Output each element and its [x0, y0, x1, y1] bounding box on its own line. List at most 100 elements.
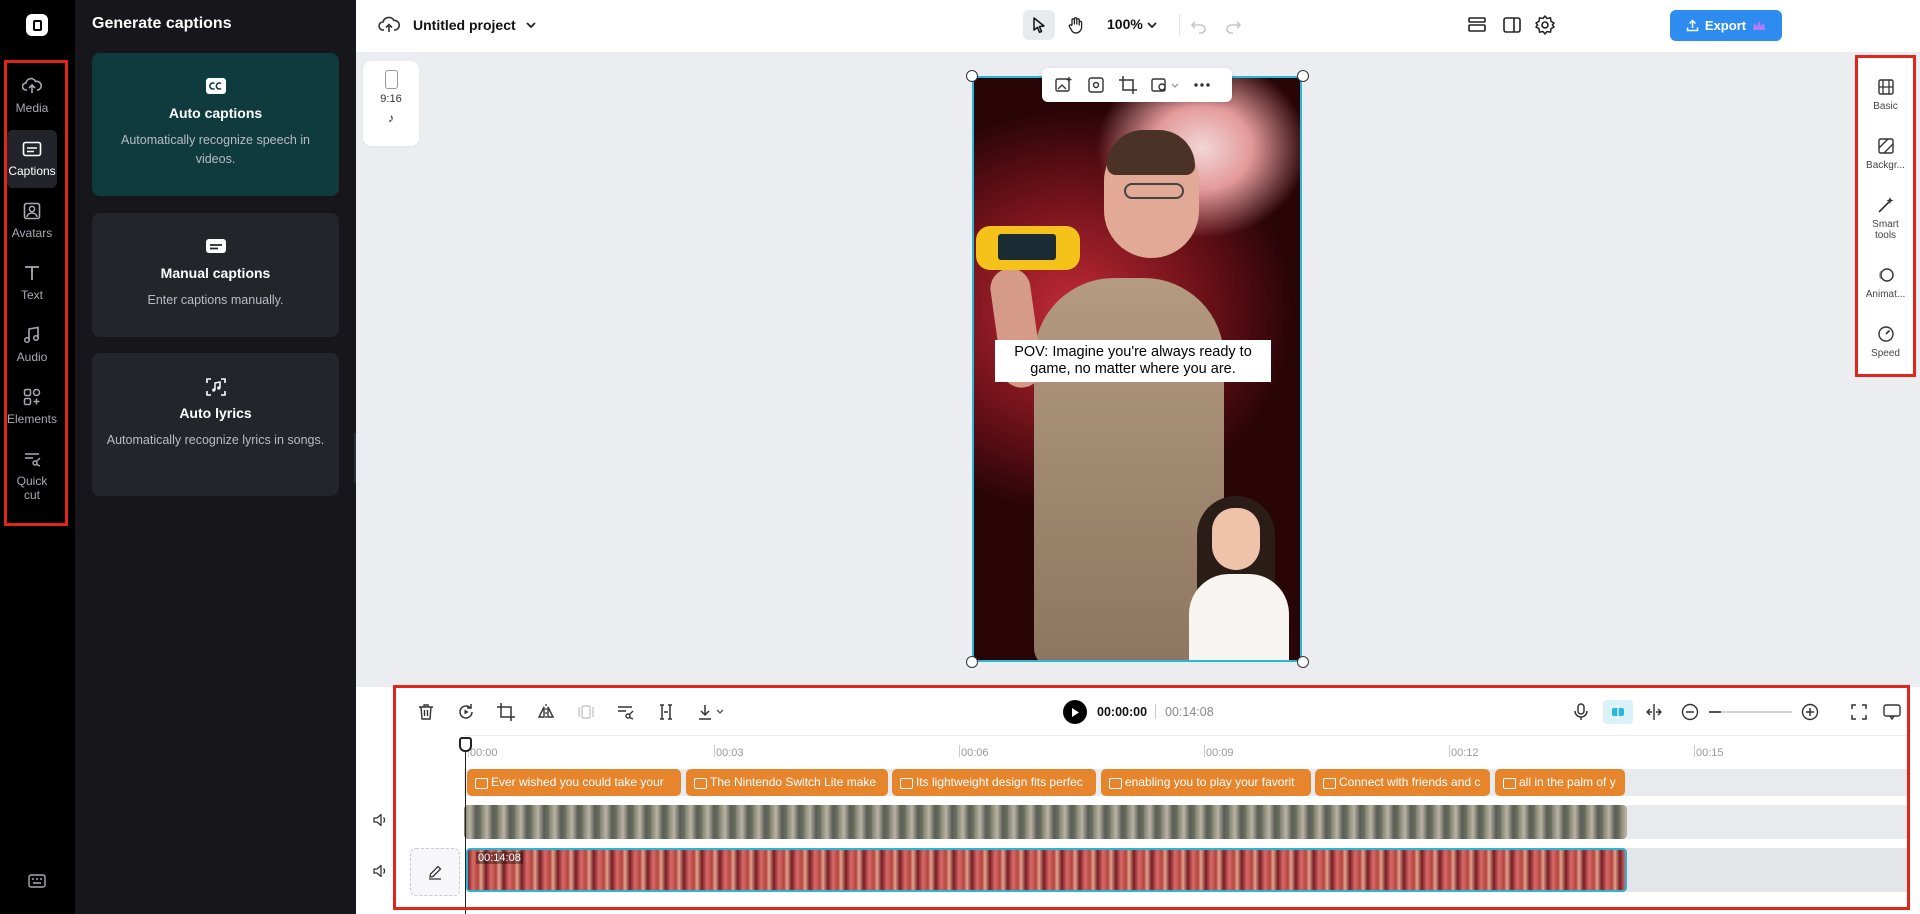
film-icon: [1876, 77, 1896, 97]
quick-cut-icon[interactable]: [616, 702, 636, 722]
caption-clip[interactable]: enabling you to play your favorit: [1101, 769, 1311, 796]
time-ruler[interactable]: [464, 735, 1910, 736]
zoom-in-icon[interactable]: [1800, 702, 1820, 722]
rail-item-audio[interactable]: Audio: [7, 316, 57, 374]
ruler-label: 00:12: [1449, 745, 1479, 759]
rail-item-elements[interactable]: Elements: [7, 378, 57, 436]
mask-icon[interactable]: [1150, 75, 1180, 95]
caption-clip[interactable]: The Nintendo Switch Lite make: [686, 769, 888, 796]
magic-wand-icon: [1876, 195, 1896, 215]
right-item-animation[interactable]: Animat...: [1858, 265, 1913, 300]
video-preview[interactable]: POV: Imagine you're always ready to game…: [972, 76, 1302, 662]
resize-handle[interactable]: [966, 656, 978, 668]
zoom-out-icon[interactable]: [1680, 702, 1700, 722]
crop-icon[interactable]: [1118, 75, 1138, 95]
card-description: Automatically recognize speech in videos…: [121, 133, 310, 166]
avatar-icon: [21, 200, 43, 222]
cloud-save-icon[interactable]: [378, 15, 401, 35]
volume-icon[interactable]: [372, 812, 388, 828]
card-title: Auto lyrics: [179, 405, 252, 421]
divider: [1179, 14, 1180, 36]
rail-item-avatars[interactable]: Avatars: [7, 192, 57, 250]
card-title: Manual captions: [160, 265, 271, 281]
download-icon[interactable]: [696, 702, 730, 722]
crop-icon[interactable]: [496, 702, 516, 722]
trash-icon[interactable]: [416, 702, 436, 722]
track-background: [1627, 848, 1910, 892]
avatar-video-clip[interactable]: [464, 805, 1627, 839]
clip-duration: 00:14:08: [476, 852, 523, 864]
replay-icon[interactable]: [456, 702, 476, 722]
right-item-label: Backgr...: [1866, 160, 1905, 171]
split-view-icon[interactable]: [1501, 14, 1523, 36]
panel-title: Generate captions: [92, 15, 232, 32]
flip-icon[interactable]: [536, 702, 556, 722]
caption-clip[interactable]: Connect with friends and c: [1315, 769, 1490, 796]
playhead-handle[interactable]: [459, 737, 472, 752]
chevron-down-icon[interactable]: [1146, 18, 1158, 30]
focus-frame-icon[interactable]: [1086, 75, 1106, 95]
export-button[interactable]: Export: [1670, 10, 1782, 41]
caption-clip[interactable]: Ever wished you could take your: [467, 769, 681, 796]
rail-item-text[interactable]: Text: [7, 254, 57, 312]
divider: [1155, 704, 1156, 719]
caption-clip[interactable]: Its lightweight design fits perfec: [892, 769, 1096, 796]
play-button[interactable]: [1063, 700, 1087, 724]
hand-icon: [1068, 17, 1083, 34]
split-icon[interactable]: [656, 702, 676, 722]
background-icon: [1876, 136, 1896, 156]
auto-captions-card[interactable]: Auto captions Automatically recognize sp…: [92, 53, 339, 196]
caption-clip[interactable]: all in the palm of y: [1495, 769, 1625, 796]
manual-captions-card[interactable]: Manual captions Enter captions manually.: [92, 213, 339, 337]
snap-toggle[interactable]: [1603, 700, 1633, 724]
select-tool-button[interactable]: [1023, 10, 1055, 40]
chevron-down-icon[interactable]: [524, 18, 538, 32]
fit-timeline-icon[interactable]: [1849, 702, 1869, 722]
avatar-overlay[interactable]: [1179, 496, 1300, 660]
rail-item-captions[interactable]: Captions: [7, 130, 57, 188]
zoom-slider[interactable]: [1709, 711, 1792, 713]
ruler-label: 00:15: [1694, 745, 1724, 759]
top-bar: Untitled project 100% Export: [356, 0, 1920, 52]
main-video-clip[interactable]: [466, 848, 1627, 892]
resize-handle[interactable]: [1297, 70, 1309, 82]
hand-tool-button[interactable]: [1060, 10, 1092, 40]
redo-icon[interactable]: [1222, 14, 1244, 36]
right-item-label: Speed: [1871, 348, 1900, 359]
auto-lyrics-card[interactable]: Auto lyrics Automatically recognize lyri…: [92, 353, 339, 496]
card-description: Automatically recognize lyrics in songs.: [106, 433, 325, 447]
speed-icon: [1876, 324, 1896, 344]
resize-handle[interactable]: [966, 70, 978, 82]
right-item-basic[interactable]: Basic: [1858, 77, 1913, 112]
more-options-icon[interactable]: [1192, 75, 1212, 95]
replace-media-icon[interactable]: [1054, 75, 1074, 95]
microphone-icon[interactable]: [1571, 702, 1591, 722]
undo-icon[interactable]: [1188, 14, 1210, 36]
right-item-smart-tools[interactable]: Smart tools: [1858, 195, 1913, 241]
volume-icon[interactable]: [372, 863, 388, 879]
project-name[interactable]: Untitled project: [413, 17, 516, 33]
caption-overlay[interactable]: POV: Imagine you're always ready to game…: [995, 340, 1271, 382]
keyboard-shortcuts-icon[interactable]: [28, 874, 46, 888]
feedback-icon[interactable]: [1882, 702, 1902, 722]
right-item-background[interactable]: Backgr...: [1858, 136, 1913, 171]
rail-item-quick-cut[interactable]: Quick cut: [7, 440, 57, 510]
layers-icon[interactable]: [1466, 14, 1488, 36]
freeze-frame-icon[interactable]: [576, 702, 596, 722]
zoom-level[interactable]: 100%: [1107, 16, 1143, 32]
rail-item-media[interactable]: Media: [7, 67, 57, 125]
split-audio-icon[interactable]: [1644, 702, 1664, 722]
upload-icon: [1686, 19, 1699, 32]
playhead[interactable]: [465, 737, 466, 914]
cloud-upload-icon: [21, 75, 43, 97]
animation-icon: [1876, 265, 1896, 285]
video-console: [976, 226, 1080, 270]
edit-cover-button[interactable]: [410, 848, 460, 896]
right-item-speed[interactable]: Speed: [1858, 324, 1913, 359]
gear-icon[interactable]: [1534, 14, 1556, 36]
aspect-ratio-panel[interactable]: 9:16 ♪: [363, 61, 419, 146]
right-item-label: Smart tools: [1872, 219, 1899, 241]
capcut-logo[interactable]: [26, 14, 48, 36]
resize-handle[interactable]: [1297, 656, 1309, 668]
aspect-ratio-label: 9:16: [380, 93, 402, 105]
